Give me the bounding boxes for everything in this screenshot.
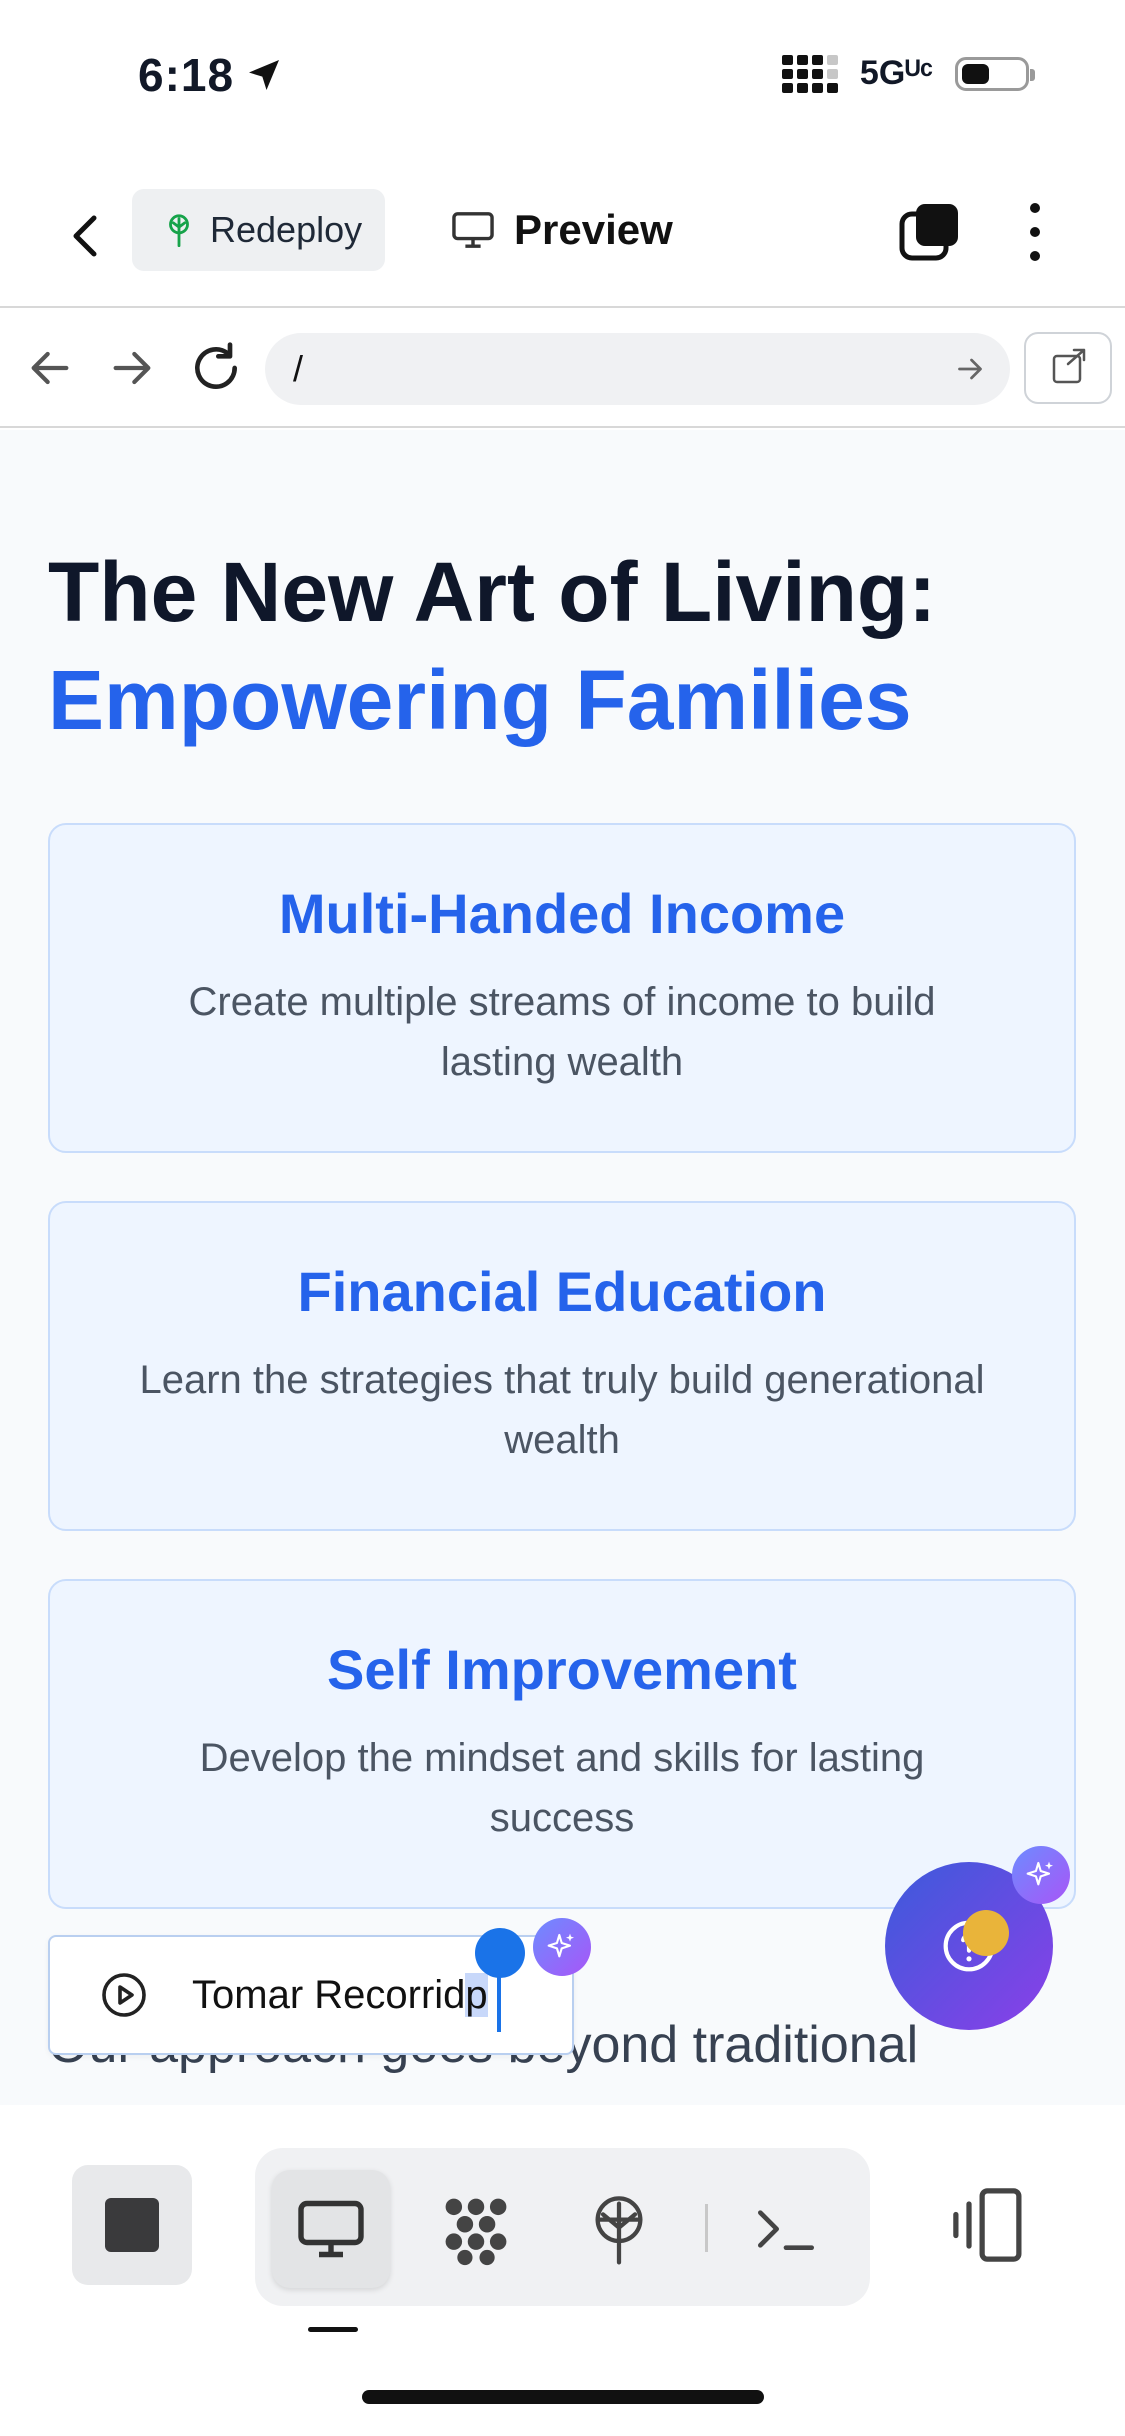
feature-card-education: Financial Education Learn the strategies… (48, 1201, 1076, 1531)
tabs-icon (899, 204, 958, 261)
notification-dot (963, 1910, 1009, 1956)
deploy-tree-icon (169, 214, 189, 247)
text-selection-caret (497, 1970, 501, 2032)
cellular-signal-icon (781, 54, 838, 93)
deploy-tree-icon (595, 2196, 643, 2265)
desktop-mode-button[interactable] (272, 2170, 390, 2288)
sparkle-icon (547, 1933, 574, 1958)
preview-label: Preview (514, 206, 673, 253)
app-header: Redeploy Preview (0, 170, 1125, 308)
card-description: Develop the mindset and skills for lasti… (199, 1736, 925, 1840)
hero-title-line1: The New Art of Living: (48, 545, 937, 639)
device-switch-button[interactable] (950, 2183, 1030, 2267)
redeploy-label: Redeploy (210, 209, 363, 250)
external-link-icon (1052, 348, 1086, 384)
agent-dots-icon (445, 2198, 507, 2266)
arrow-right-icon[interactable] (952, 351, 988, 387)
terminal-icon (758, 2210, 814, 2250)
terminal-mode-button[interactable] (727, 2170, 845, 2288)
agent-mode-button[interactable] (417, 2170, 535, 2288)
feature-card-income: Multi-Handed Income Create multiple stre… (48, 823, 1076, 1153)
network-type: 5Gᵁᶜ (859, 54, 933, 92)
ai-sparkle-button[interactable] (1012, 1846, 1070, 1904)
back-button[interactable] (60, 206, 110, 266)
preview-page: The New Art of Living: Empowering Famili… (0, 430, 1125, 2105)
browser-bar: / (0, 310, 1125, 428)
more-options-button[interactable] (1015, 200, 1055, 264)
arrow-left-icon (31, 351, 69, 385)
status-bar: 6:18 5Gᵁᶜ (0, 0, 1125, 150)
redeploy-button[interactable]: Redeploy (132, 189, 385, 271)
sparkle-icon (1026, 1861, 1053, 1886)
stop-button[interactable] (72, 2165, 192, 2285)
nav-back-button[interactable] (22, 340, 78, 396)
url-text: / (293, 348, 304, 389)
status-time: 6:18 (138, 48, 284, 102)
play-circle-icon[interactable] (100, 1971, 148, 2019)
monitor-icon (452, 212, 494, 248)
monitor-icon (298, 2200, 364, 2258)
separator (705, 2204, 708, 2252)
hero-title-line2: Empowering Families (48, 653, 912, 747)
battery-icon (955, 56, 1035, 91)
card-description: Create multiple streams of income to bui… (188, 980, 936, 1084)
url-input[interactable]: / (265, 333, 1010, 405)
deploy-mode-button[interactable] (560, 2170, 678, 2288)
recording-label[interactable]: Tomar Recorridp (192, 1972, 488, 2018)
preview-tab[interactable]: Preview (450, 200, 673, 260)
location-arrow-icon (249, 60, 280, 90)
card-description: Learn the strategies that truly build ge… (139, 1358, 985, 1462)
stop-icon (105, 2198, 159, 2252)
mode-switcher (255, 2148, 870, 2306)
active-tab-indicator (308, 2327, 358, 2332)
nav-forward-button[interactable] (104, 340, 160, 396)
ai-sparkle-button[interactable] (533, 1918, 591, 1976)
arrow-right-icon (113, 351, 151, 385)
bottom-toolbar (0, 2105, 1125, 2436)
card-title: Self Improvement (327, 1638, 797, 1701)
feature-card-self-improvement: Self Improvement Develop the mindset and… (48, 1579, 1076, 1909)
reload-icon (195, 342, 238, 389)
card-title: Financial Education (297, 1260, 827, 1323)
device-switch-icon (953, 2188, 1022, 2262)
time-text: 6:18 (138, 49, 235, 101)
more-vertical-icon (1030, 203, 1040, 261)
tabs-button[interactable] (898, 200, 962, 264)
card-title: Multi-Handed Income (278, 882, 846, 945)
chevron-left-icon (73, 215, 97, 257)
selected-text: p (465, 1972, 488, 2017)
open-external-button[interactable] (1024, 332, 1112, 404)
hero-title: The New Art of Living: Empowering Famili… (48, 538, 936, 754)
reload-button[interactable] (188, 340, 244, 396)
home-indicator (362, 2390, 764, 2404)
status-indicators: 5Gᵁᶜ (781, 54, 1035, 93)
